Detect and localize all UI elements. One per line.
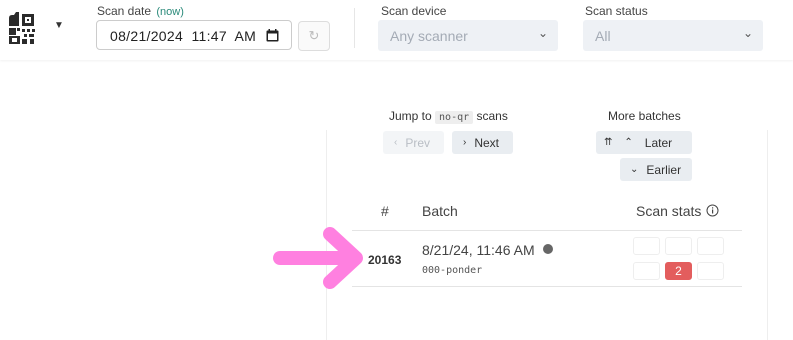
next-label: Next — [474, 135, 500, 150]
toolbar-divider — [354, 8, 355, 48]
chevron-down-icon: ⌄ — [538, 26, 549, 40]
refresh-button[interactable]: ↻ — [298, 21, 330, 51]
scan-status-value: All — [595, 28, 611, 44]
scan-date-input[interactable]: 08/21/2024 11:47 AM — [96, 20, 292, 50]
scan-date-value: 08/21/2024 11:47 AM — [110, 28, 257, 44]
column-header-batch: Batch — [422, 203, 458, 219]
more-batches-label: More batches — [608, 109, 681, 123]
scan-date-label: Scan date (now) — [97, 4, 184, 18]
next-button[interactable]: › Next — [452, 131, 513, 154]
scan-date-label-text: Scan date — [97, 4, 152, 18]
chevron-down-icon: ⌄ — [743, 26, 754, 40]
globe-icon — [543, 244, 553, 254]
batch-name: 000-ponder — [422, 265, 483, 276]
qr-logo-icon[interactable] — [8, 12, 42, 44]
column-header-scan-stats: Scan stats — [636, 203, 702, 219]
chevron-right-icon: › — [463, 137, 467, 148]
chevron-left-icon: ‹ — [394, 137, 398, 148]
batch-panel — [326, 130, 768, 340]
batch-time: 8/21/24, 11:46 AM — [422, 242, 535, 258]
column-header-number: # — [381, 203, 389, 219]
earlier-label: Earlier — [646, 162, 682, 177]
jump-prefix: Jump to — [389, 109, 432, 123]
later-label: Later — [644, 135, 673, 150]
scan-device-label: Scan device — [381, 4, 447, 18]
calendar-icon[interactable] — [266, 29, 279, 42]
top-toolbar: ▼ Scan date (now) 08/21/2024 11:47 AM ↻ … — [0, 0, 793, 60]
double-chevron-up-icon: ⇈ — [604, 137, 613, 148]
jump-suffix: scans — [476, 109, 508, 123]
scan-device-select[interactable]: Any scanner ⌄ — [378, 20, 558, 51]
scan-status-select[interactable]: All ⌄ — [583, 20, 763, 51]
error-count-badge[interactable]: 2 — [665, 262, 692, 280]
scan-status-label: Scan status — [585, 4, 648, 18]
header-divider — [352, 230, 742, 231]
annotation-arrow-icon — [273, 227, 363, 289]
info-icon[interactable] — [706, 204, 719, 217]
chevron-down-icon: ⌄ — [630, 164, 639, 175]
caret-down-icon[interactable]: ▼ — [54, 20, 64, 31]
scan-device-value: Any scanner — [390, 28, 468, 44]
row-divider — [352, 286, 742, 287]
scan-date-now-link[interactable]: (now) — [156, 6, 184, 18]
earlier-button[interactable]: ⌄ Earlier — [620, 158, 692, 181]
scan-stat-cell — [633, 262, 660, 280]
scan-stat-cell — [665, 237, 692, 255]
jump-code-tag: no-qr — [435, 111, 474, 124]
prev-button[interactable]: ‹ Prev — [383, 131, 444, 154]
prev-label: Prev — [405, 135, 431, 150]
batch-id: 20163 — [368, 253, 402, 267]
later-button[interactable]: ⇈ ⌃ Later — [596, 131, 692, 154]
chevron-up-icon: ⌃ — [624, 137, 633, 148]
scan-stat-cell — [633, 237, 660, 255]
refresh-icon: ↻ — [308, 28, 320, 43]
scan-stat-cell — [697, 262, 724, 280]
scan-stat-cell — [697, 237, 724, 255]
jump-to-label: Jump to no-qr scans — [389, 109, 508, 124]
